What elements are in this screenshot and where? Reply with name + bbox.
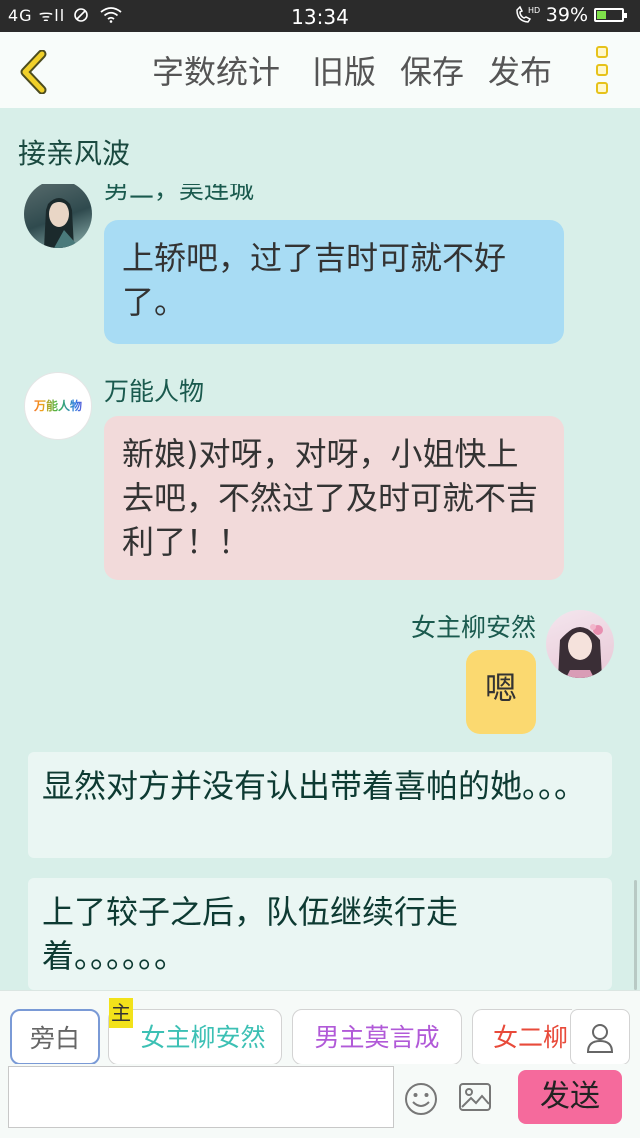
battery-icon bbox=[594, 8, 627, 22]
save-button[interactable]: 保存 bbox=[400, 52, 464, 92]
chip-label: 女主柳安然 bbox=[140, 1023, 266, 1052]
battery-fill bbox=[597, 11, 606, 19]
message-input[interactable] bbox=[8, 1066, 394, 1128]
avatar-male-two[interactable] bbox=[24, 184, 92, 248]
narration-block[interactable]: 显然对方并没有认出带着喜帕的她。。。 bbox=[28, 752, 612, 858]
story-title: 接亲风波 bbox=[18, 137, 131, 170]
battery-percent: 39% bbox=[545, 4, 588, 26]
person-icon bbox=[586, 1024, 614, 1053]
old-version-button[interactable]: 旧版 bbox=[312, 52, 376, 92]
chip-narrator[interactable]: 旁白 bbox=[10, 1009, 100, 1065]
chat-area[interactable]: 男二，吴连城 上轿吧，过了吉时可就不好了。 万能人物 万能人物 新娘)对呀，对呀… bbox=[0, 184, 640, 990]
back-chevron-icon[interactable] bbox=[18, 50, 48, 94]
status-right: HD 39% bbox=[514, 4, 627, 26]
character-manage-button[interactable] bbox=[570, 1009, 630, 1065]
word-count-button[interactable]: 字数统计 bbox=[152, 52, 280, 92]
dialogue-bubble[interactable]: 新娘)对呀，对呀，小姐快上去吧，不然过了及时可就不吉利了！！ bbox=[104, 416, 564, 580]
editor-header: 字数统计 旧版 保存 发布 bbox=[0, 32, 640, 108]
image-icon[interactable] bbox=[458, 1082, 492, 1112]
hd-label: HD bbox=[528, 6, 540, 15]
dialogue-bubble[interactable]: 嗯 bbox=[466, 650, 536, 734]
chip-female-lead[interactable]: 主 女主柳安然 bbox=[108, 998, 282, 1065]
speaker-name: 男二，吴连城 bbox=[104, 184, 255, 204]
chip-male-lead[interactable]: 男主莫言成 bbox=[292, 1009, 462, 1065]
avatar-label: 万能人物 bbox=[25, 397, 91, 414]
character-portrait-icon bbox=[558, 624, 603, 678]
dialogue-bubble[interactable]: 上轿吧，过了吉时可就不好了。 bbox=[104, 220, 564, 344]
avatar-female-lead[interactable] bbox=[546, 610, 614, 678]
emoji-icon[interactable] bbox=[404, 1082, 438, 1116]
scrollbar[interactable] bbox=[634, 880, 637, 990]
character-portrait-icon bbox=[44, 198, 80, 248]
message-input-bar: 发送 bbox=[0, 1064, 640, 1138]
main-role-badge: 主 bbox=[109, 998, 133, 1028]
avatar-universal-character[interactable]: 万能人物 bbox=[24, 372, 92, 440]
more-menu-icon[interactable] bbox=[596, 46, 610, 96]
speaker-name: 女主柳安然 bbox=[410, 613, 536, 642]
character-selector: 旁白 主 女主柳安然 男主莫言成 女二柳 bbox=[0, 990, 640, 1065]
narration-block[interactable]: 上了较子之后，队伍继续行走着。。。。。。 bbox=[28, 878, 612, 990]
status-bar: 4G ᯤll 13:34 HD 39% bbox=[0, 0, 640, 32]
chip-female-second[interactable]: 女二柳 bbox=[472, 1009, 572, 1065]
speaker-name: 万能人物 bbox=[104, 377, 205, 406]
hd-call-icon: HD bbox=[516, 5, 540, 23]
publish-button[interactable]: 发布 bbox=[488, 52, 552, 92]
send-button[interactable]: 发送 bbox=[518, 1070, 622, 1124]
